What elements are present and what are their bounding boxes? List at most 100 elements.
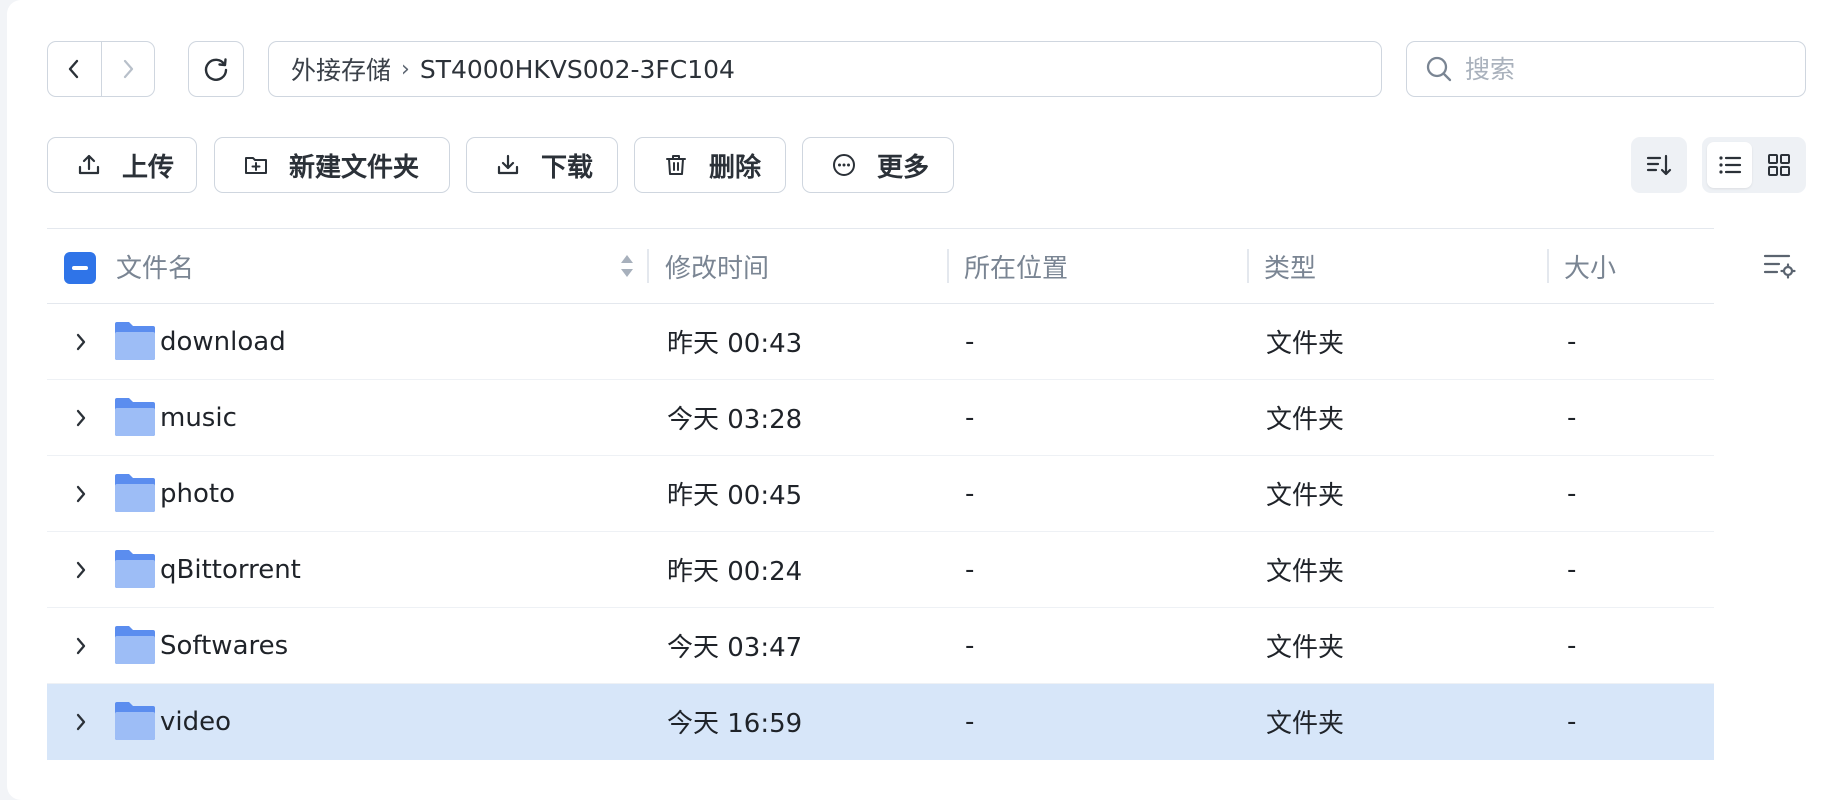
column-header-name[interactable]: 文件名 [116, 229, 194, 303]
table-row[interactable]: Softwares 今天 03:47 - 文件夹 - [47, 608, 1714, 684]
column-divider[interactable] [1247, 249, 1249, 283]
forward-button[interactable] [100, 42, 155, 96]
file-name[interactable]: download [160, 304, 286, 379]
download-button[interactable]: 下载 [466, 137, 618, 193]
breadcrumb-current[interactable]: ST4000HKVS002-3FC104 [420, 55, 735, 84]
folder-icon [115, 398, 155, 436]
more-label: 更多 [877, 152, 930, 183]
file-type: 文件夹 [1266, 329, 1345, 359]
folder-icon [115, 702, 155, 740]
sort-toggle-icon[interactable] [619, 251, 635, 281]
new-folder-icon [245, 157, 267, 174]
modified-time: 昨天 00:45 [667, 481, 803, 511]
table-row[interactable]: photo 昨天 00:45 - 文件夹 - [47, 456, 1714, 532]
modified-time: 今天 16:59 [667, 709, 803, 739]
view-mode-toggle [1702, 137, 1806, 193]
chevron-right-icon: › [401, 56, 410, 82]
folder-icon [115, 626, 155, 664]
expand-toggle[interactable] [73, 684, 89, 759]
table-row[interactable]: music 今天 03:28 - 文件夹 - [47, 380, 1714, 456]
file-type: 文件夹 [1266, 633, 1345, 663]
download-icon [497, 154, 519, 175]
chevron-left-icon [69, 59, 79, 79]
chevron-right-icon [76, 333, 86, 350]
column-header-size[interactable]: 大小 [1564, 229, 1616, 303]
trash-icon [666, 155, 686, 175]
table-row[interactable]: download 昨天 00:43 - 文件夹 - [47, 304, 1714, 380]
delete-button[interactable]: 删除 [634, 137, 786, 193]
column-header-location[interactable]: 所在位置 [964, 229, 1068, 303]
column-settings-icon[interactable] [1762, 248, 1796, 282]
grid-view-button[interactable] [1756, 142, 1801, 188]
modified-time: 今天 03:28 [667, 405, 803, 435]
file-size: - [1567, 554, 1577, 585]
folder-icon [115, 550, 155, 588]
location: - [965, 402, 975, 433]
new-folder-button[interactable]: 新建文件夹 [214, 137, 450, 193]
refresh-button[interactable] [188, 41, 244, 97]
column-header-type[interactable]: 类型 [1264, 229, 1316, 303]
expand-toggle[interactable] [73, 456, 89, 531]
breadcrumb: 外接存储 › ST4000HKVS002-3FC104 [268, 41, 1382, 97]
history-nav-group [47, 41, 155, 97]
expand-toggle[interactable] [73, 380, 89, 455]
file-size: - [1567, 630, 1577, 661]
expand-toggle[interactable] [73, 304, 89, 379]
file-type: 文件夹 [1266, 709, 1345, 739]
download-label: 下载 [541, 152, 594, 183]
file-name[interactable]: photo [160, 456, 235, 531]
more-icon [833, 154, 855, 176]
file-name[interactable]: video [160, 684, 231, 759]
table-row[interactable]: video 今天 16:59 - 文件夹 - [47, 684, 1714, 760]
table-row[interactable]: qBittorrent 昨天 00:24 - 文件夹 - [47, 532, 1714, 608]
search-input[interactable] [1465, 54, 1785, 84]
more-button[interactable]: 更多 [802, 137, 954, 193]
column-divider[interactable] [647, 249, 649, 283]
new-folder-label: 新建文件夹 [289, 152, 420, 183]
file-name[interactable]: qBittorrent [160, 532, 301, 607]
file-type: 文件夹 [1266, 405, 1345, 435]
refresh-icon [204, 58, 228, 81]
folder-icon [115, 474, 155, 512]
location: - [965, 630, 975, 661]
modified-time: 昨天 00:24 [667, 557, 803, 587]
location: - [965, 326, 975, 357]
upload-icon [78, 154, 100, 175]
file-name[interactable]: music [160, 380, 237, 455]
indeterminate-icon [72, 266, 88, 270]
grid-view-icon [1767, 154, 1790, 176]
chevron-right-icon [76, 713, 86, 730]
delete-label: 删除 [709, 152, 762, 183]
modified-time: 昨天 00:43 [667, 329, 803, 359]
column-divider[interactable] [1547, 249, 1549, 283]
folder-icon [115, 322, 155, 360]
file-size: - [1567, 478, 1577, 509]
file-name[interactable]: Softwares [160, 608, 288, 683]
file-size: - [1567, 706, 1577, 737]
select-all-checkbox[interactable] [64, 252, 96, 284]
search-box[interactable] [1406, 41, 1806, 97]
back-button[interactable] [48, 42, 101, 96]
upload-label: 上传 [122, 152, 175, 183]
location: - [965, 478, 975, 509]
upload-button[interactable]: 上传 [47, 137, 197, 193]
location: - [965, 554, 975, 585]
column-header-modified[interactable]: 修改时间 [665, 229, 769, 303]
list-view-button[interactable] [1707, 142, 1752, 188]
table-header: 文件名 修改时间 所在位置 类型 大小 [47, 228, 1714, 304]
expand-toggle[interactable] [73, 532, 89, 607]
chevron-right-icon [76, 561, 86, 578]
chevron-right-icon [76, 637, 86, 654]
sort-button[interactable] [1631, 137, 1687, 193]
expand-toggle[interactable] [73, 608, 89, 683]
chevron-right-icon [123, 59, 133, 79]
table-body: download 昨天 00:43 - 文件夹 - music 今天 03:28… [47, 304, 1714, 760]
chevron-right-icon [76, 409, 86, 426]
breadcrumb-root[interactable]: 外接存储 [291, 51, 391, 87]
list-view-icon [1718, 156, 1741, 174]
column-divider[interactable] [947, 249, 949, 283]
location: - [965, 706, 975, 737]
file-table: 文件名 修改时间 所在位置 类型 大小 download 昨天 00:43 - … [47, 228, 1714, 760]
file-size: - [1567, 402, 1577, 433]
sort-icon [1646, 154, 1672, 176]
